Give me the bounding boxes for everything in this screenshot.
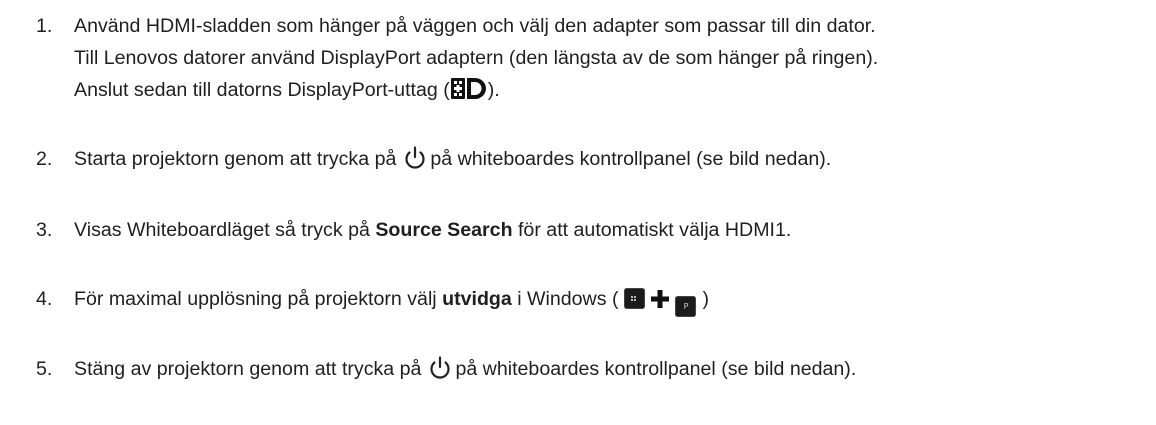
- step-text-after: i Windows (: [511, 288, 619, 310]
- p-key-icon: P: [675, 296, 697, 317]
- power-icon: [405, 146, 425, 169]
- step-line: För maximal upplösning på projektorn väl…: [74, 283, 1149, 317]
- step-bold-text: Source Search: [375, 219, 513, 241]
- step-line: Stäng av projektorn genom att trycka på …: [74, 353, 1149, 385]
- instructions-list: 1. Använd HDMI-sladden som hänger på väg…: [0, 0, 1156, 425]
- power-icon: [430, 356, 451, 379]
- windows-key-icon: [624, 288, 646, 309]
- plus-icon: [651, 290, 670, 308]
- step-number: 2.: [36, 148, 53, 170]
- step-text-before: För maximal upplösning på projektorn väl…: [74, 288, 443, 310]
- step-text-after: för att automatiskt välja HDMI1.: [512, 219, 792, 241]
- displayport-logo-icon: [450, 78, 486, 99]
- step-text: Använd HDMI-sladden som hänger på väggen…: [74, 10, 1149, 106]
- step-text: Stäng av projektorn genom att trycka på …: [74, 353, 1149, 385]
- step-line-end: ).: [487, 79, 500, 101]
- step-text-before: Stäng av projektorn genom att trycka på: [74, 358, 422, 380]
- step-text: Starta projektorn genom att trycka på på…: [74, 143, 1149, 175]
- step-text-end: ): [702, 288, 710, 310]
- step-text: Visas Whiteboardläget så tryck på Source…: [74, 214, 1149, 246]
- step-bold-text: utvidga: [442, 288, 512, 310]
- step-line: Till Lenovos datorer använd DisplayPort …: [74, 47, 879, 69]
- step-number: 4.: [36, 288, 53, 310]
- step-line-3: Anslut sedan till datorns DisplayPort-ut…: [74, 74, 1149, 106]
- step-text-before: Starta projektorn genom att trycka på: [74, 148, 397, 170]
- step-text-after: på whiteboardes kontrollpanel (se bild n…: [455, 358, 857, 380]
- step-number: 5.: [36, 358, 53, 380]
- step-text-after: på whiteboardes kontrollpanel (se bild n…: [430, 148, 832, 170]
- step-number: 1.: [36, 15, 53, 37]
- step-text-before: Visas Whiteboardläget så tryck på: [74, 219, 376, 241]
- step-line-text: Anslut sedan till datorns DisplayPort-ut…: [74, 79, 450, 101]
- step-line: Använd HDMI-sladden som hänger på väggen…: [74, 15, 876, 37]
- step-number: 3.: [36, 219, 53, 241]
- step-line: Starta projektorn genom att trycka på på…: [74, 143, 1149, 175]
- step-text: För maximal upplösning på projektorn väl…: [74, 283, 1149, 317]
- step-line: Visas Whiteboardläget så tryck på Source…: [74, 214, 1149, 246]
